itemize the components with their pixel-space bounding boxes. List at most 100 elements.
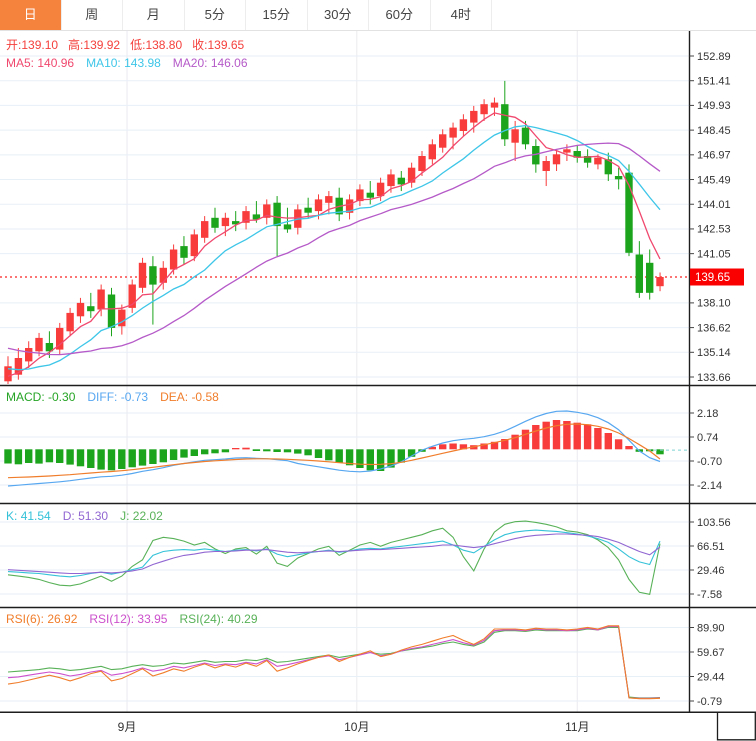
macd-hist-bar [615,439,622,449]
candles [4,103,663,382]
macd-hist-bar [584,424,591,449]
rsi-axis-label: 29.44 [697,671,725,683]
rsi12-value: RSI(12): 33.95 [89,612,167,626]
macd-hist-bar [439,444,446,449]
tab-month[interactable]: 月 [123,0,185,30]
kdj-axis-label: -7.58 [697,589,722,601]
macd-hist-bar [574,423,581,450]
rsi-axis-label: 89.90 [697,622,725,634]
dea-value: DEA: -0.58 [160,390,219,404]
tab-day[interactable]: 日 [0,0,62,30]
macd-hist-bar [160,449,167,462]
macd-hist-bar [273,449,280,452]
macd-value: MACD: -0.30 [6,390,75,404]
macd-hist-bar [315,449,322,458]
j-value: J: 22.02 [120,509,163,523]
tab-4hour[interactable]: 4时 [431,0,493,30]
macd-hist-bar [532,425,539,449]
macd-hist-bar [170,449,177,460]
macd-hist-bar [15,449,22,464]
macd-axis-label: -0.70 [697,456,722,468]
price-axis-label: 138.10 [697,298,731,310]
macd-hist-bar [284,449,291,452]
macd-hist-bar [35,449,42,463]
x-axis-label: 10月 [344,720,369,734]
price-axis-label: 136.62 [697,322,731,334]
tab-5min[interactable]: 5分 [185,0,247,30]
macd-hist-bar [191,449,198,456]
timeframe-tabs: 日周月5分15分30分60分4时 [0,0,756,31]
macd-hist-bar [108,449,115,470]
ohlc-header: 开:139.10 高:139.92 低:138.80 收:139.65 [6,36,244,53]
close-label: 收:139.65 [192,36,244,53]
k-value: K: 41.54 [6,509,51,523]
d-value: D: 51.30 [63,509,108,523]
ma5-value: MA5: 140.96 [6,56,74,70]
price-axis-label: 152.89 [697,51,731,63]
macd-hist-bar [87,449,94,468]
macd-hist-bar [356,449,363,468]
tab-week[interactable]: 周 [62,0,124,30]
kdj-axis-label: 66.51 [697,541,725,553]
macd-hist-bar [4,449,11,463]
current-price-badge-text: 139.65 [695,272,730,284]
macd-hist-bar [232,448,239,449]
rsi-axis-label: 59.67 [697,647,725,659]
x-axis-label: 11月 [565,720,589,734]
macd-hist-bar [201,449,208,454]
macd-header: MACD: -0.30 DIFF: -0.73 DEA: -0.58 [6,390,219,404]
ma10-line [8,126,660,370]
rsi12-line [8,627,660,699]
ma5-line [8,113,660,376]
macd-hist-bar [594,428,601,449]
price-axis-label: 142.53 [697,224,731,236]
macd-hist-bar [66,449,73,464]
macd-hist-bar [139,449,146,465]
price-axis-label: 135.14 [697,347,731,359]
tab-15min[interactable]: 15分 [246,0,308,30]
price-axis-label: 145.49 [697,174,731,186]
price-axis-label: 141.05 [697,248,731,260]
price-axis-label: 144.01 [697,199,731,211]
ma-header: MA5: 140.96 MA10: 143.98 MA20: 146.06 [6,56,248,70]
macd-hist-bar [304,449,311,455]
kdj-axis-label: 29.46 [697,565,725,577]
price-axis-label: 146.97 [697,150,731,162]
x-axis-label: 9月 [118,720,137,734]
ma10-value: MA10: 143.98 [86,56,161,70]
open-label: 开:139.10 [6,36,58,53]
stock-chart-app: 日周月5分15分30分60分4时 152.89151.41149.93148.4… [0,0,756,741]
tab-30min[interactable]: 30分 [308,0,370,30]
macd-hist-bar [129,449,136,467]
tab-60min[interactable]: 60分 [369,0,431,30]
macd-hist-bar [263,449,270,451]
macd-hist-bar [211,449,218,453]
macd-axis-label: -2.14 [697,480,722,492]
macd-hist-bar [605,433,612,449]
kdj-header: K: 41.54 D: 51.30 J: 22.02 [6,509,163,523]
rsi-header: RSI(6): 26.92 RSI(12): 33.95 RSI(24): 40… [6,612,258,626]
rsi24-value: RSI(24): 40.29 [179,612,257,626]
rsi6-line [8,626,660,699]
diff-line [8,411,660,486]
macd-hist-bar [97,449,104,469]
macd-hist-bar [149,449,156,464]
chart-canvas[interactable]: 152.89151.41149.93148.45146.97145.49144.… [0,0,756,741]
price-axis-label: 149.93 [697,100,731,112]
rsi6-value: RSI(6): 26.92 [6,612,77,626]
macd-axis-label: 2.18 [697,408,718,420]
macd-hist-bar [522,430,529,450]
diff-value: DIFF: -0.73 [87,390,148,404]
kdj-axis-label: 103.56 [697,517,731,529]
macd-hist-bar [543,422,550,450]
macd-hist-bar [56,449,63,463]
d-line [8,534,660,574]
macd-hist-bar [325,449,332,460]
macd-hist-bar [625,446,632,449]
macd-hist-bar [553,420,560,449]
macd-hist-bar [253,449,260,451]
macd-hist-bar [336,449,343,463]
macd-hist-bar [294,449,301,453]
price-axis-label: 133.66 [697,372,731,384]
macd-hist-bar [118,449,125,469]
